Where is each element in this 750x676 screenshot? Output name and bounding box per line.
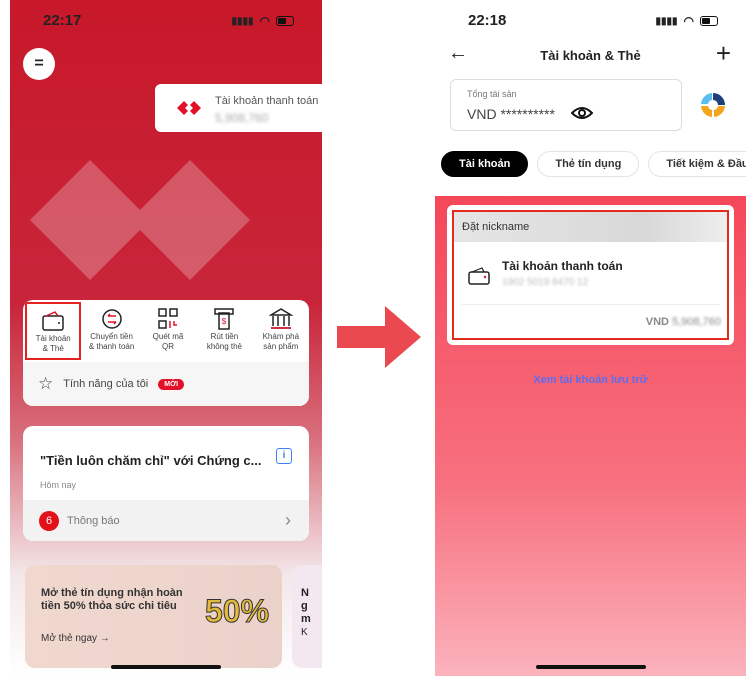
account-balance: 5,908,760: [215, 111, 269, 125]
quick-action-explore-products[interactable]: Khám phá sản phẩm: [253, 300, 309, 362]
transfer-icon: [101, 309, 122, 329]
eye-icon[interactable]: [571, 105, 593, 121]
new-badge: MỚI: [158, 378, 185, 390]
notification-title: "Tiền luôn chăm chỉ" với Chứng c...: [40, 453, 262, 468]
bank-icon: [268, 308, 293, 329]
set-nickname[interactable]: Đặt nickname: [454, 212, 727, 242]
atm-icon: $: [214, 308, 235, 330]
chevron-right-icon: ›: [285, 510, 291, 530]
quick-action-cardless-withdraw[interactable]: $ Rút tiền không thẻ: [196, 300, 252, 362]
qr-icon: [158, 308, 178, 329]
promo-banner-2[interactable]: N g m K: [292, 565, 322, 668]
status-bar: 22:18 ▮▮▮▮ ◠: [435, 12, 746, 32]
menu-button[interactable]: =: [23, 48, 55, 80]
promo-banner[interactable]: Mở thẻ tín dụng nhận hoàn tiền 50% thỏa …: [25, 565, 282, 668]
archived-accounts-link[interactable]: Xem tài khoản lưu trữ: [435, 374, 746, 386]
home-indicator: [111, 665, 221, 669]
arrow-right-icon: [337, 306, 421, 368]
brand-pattern-icon: [30, 160, 250, 280]
notification-count: 6: [39, 510, 59, 531]
gift-50-percent-icon: 50%: [204, 593, 270, 630]
portfolio-chart-icon[interactable]: [700, 92, 726, 118]
account-card[interactable]: Đặt nickname Tài khoản thanh toán 1902 5…: [447, 205, 734, 345]
total-assets-value: VND **********: [467, 106, 555, 122]
wallet-icon: [42, 311, 64, 331]
promo-link[interactable]: Mở thẻ ngay →: [41, 633, 110, 644]
notification-date: Hôm nay: [40, 480, 77, 490]
svg-text:$: $: [222, 317, 227, 326]
accounts-cards-screen: 22:18 ▮▮▮▮ ◠ ← Tài khoản & Thẻ + Tổng tài…: [435, 0, 746, 676]
wallet-icon: [468, 267, 490, 285]
tab-accounts[interactable]: Tài khoản: [441, 151, 529, 177]
quick-action-accounts-cards[interactable]: Tài khoản & Thẻ: [25, 302, 82, 360]
account-number: 1902 5019 8470 12: [502, 277, 589, 288]
home-screen: 22:17 ▮▮▮▮ ◠ = Tài khoản thanh toán 5,908…: [10, 0, 322, 676]
battery-icon: [700, 16, 718, 26]
battery-icon: [276, 16, 294, 26]
tab-savings-investment[interactable]: Tiết kiệm & Đầu tư: [648, 151, 746, 177]
status-time: 22:18: [468, 12, 507, 29]
promo2-text: N g m: [301, 587, 311, 625]
wifi-icon: ◠: [683, 14, 694, 28]
quick-actions-panel: Tài khoản & Thẻ Chuyển tiền & thanh toán Q…: [23, 300, 309, 406]
bank-logo-icon: [177, 101, 201, 115]
account-label: Tài khoản thanh toán: [215, 95, 319, 107]
tab-credit-cards[interactable]: Thẻ tín dụng: [537, 151, 640, 177]
notification-card[interactable]: "Tiền luôn chăm chỉ" với Chứng c... Hôm …: [23, 426, 309, 541]
notifications-row[interactable]: 6 Thông báo: [23, 500, 309, 541]
promo2-link: K: [301, 627, 308, 638]
status-bar: 22:17 ▮▮▮▮ ◠: [10, 12, 322, 32]
quick-action-transfer[interactable]: Chuyển tiền & thanh toán: [83, 300, 139, 362]
info-icon[interactable]: i: [276, 448, 292, 464]
status-time: 22:17: [43, 12, 82, 29]
header: ← Tài khoản & Thẻ +: [435, 38, 746, 68]
divider: [461, 304, 720, 305]
account-summary-card[interactable]: Tài khoản thanh toán 5,908,760: [155, 84, 322, 132]
menu-icon: =: [34, 55, 44, 72]
add-icon[interactable]: +: [716, 38, 731, 69]
signal-icon: ▮▮▮▮: [655, 15, 678, 27]
total-assets-box: Tổng tài sản VND **********: [450, 79, 682, 131]
account-balance: VND 5,908,760: [645, 316, 721, 328]
home-indicator: [535, 665, 646, 669]
account-name: Tài khoản thanh toán: [502, 259, 623, 273]
wifi-icon: ◠: [259, 14, 270, 28]
quick-action-scan-qr[interactable]: Quét mã QR: [140, 300, 196, 362]
tab-bar: Tài khoản Thẻ tín dụng Tiết kiệm & Đầu t…: [441, 151, 746, 177]
star-icon: ☆: [38, 374, 54, 393]
page-title: Tài khoản & Thẻ: [540, 48, 641, 63]
my-features-row[interactable]: ☆ Tính năng của tôi MỚI: [23, 362, 309, 406]
signal-icon: ▮▮▮▮: [231, 15, 254, 27]
